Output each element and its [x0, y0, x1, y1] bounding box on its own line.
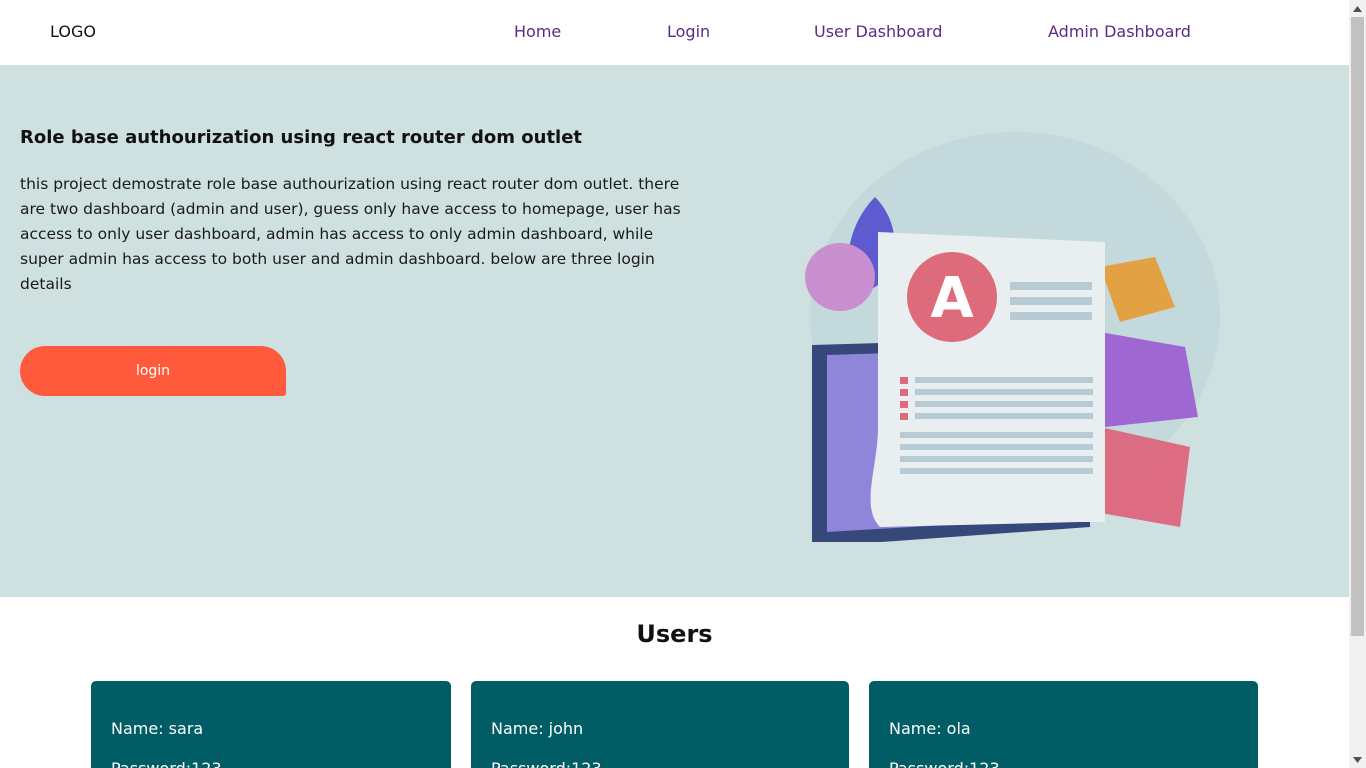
- user-card: Name: sara Password:123: [91, 681, 451, 768]
- nav-link-login[interactable]: Login: [667, 22, 710, 41]
- nav-link-admin-dashboard[interactable]: Admin Dashboard: [1048, 22, 1191, 41]
- user-card-password: Password:123: [111, 759, 222, 768]
- navbar: LOGO Home Login User Dashboard Admin Das…: [0, 0, 1349, 65]
- hero-section: Role base authourization using react rou…: [0, 65, 1349, 597]
- user-card-password: Password:123: [491, 759, 602, 768]
- scrollbar-thumb[interactable]: [1351, 17, 1364, 636]
- badge-letter: A: [930, 266, 974, 331]
- document-laptop-illustration: A: [805, 132, 1220, 542]
- nav-link-home[interactable]: Home: [514, 22, 561, 41]
- hero-description: this project demostrate role base authou…: [20, 175, 681, 293]
- user-card: Name: ola Password:123: [869, 681, 1258, 768]
- scroll-up-icon[interactable]: [1349, 0, 1366, 17]
- logo[interactable]: LOGO: [50, 22, 96, 41]
- page-scrollbar[interactable]: [1349, 0, 1366, 768]
- users-heading: Users: [636, 620, 713, 648]
- user-card-password: Password:123: [889, 759, 1000, 768]
- scroll-down-icon[interactable]: [1349, 751, 1366, 768]
- user-card: Name: john Password:123: [471, 681, 849, 768]
- user-card-name: Name: john: [491, 719, 584, 738]
- login-button[interactable]: login: [20, 346, 286, 396]
- user-card-name: Name: ola: [889, 719, 971, 738]
- user-card-name: Name: sara: [111, 719, 204, 738]
- nav-link-user-dashboard[interactable]: User Dashboard: [814, 22, 942, 41]
- hero-title: Role base authourization using react rou…: [20, 127, 583, 148]
- page: LOGO Home Login User Dashboard Admin Das…: [0, 0, 1349, 768]
